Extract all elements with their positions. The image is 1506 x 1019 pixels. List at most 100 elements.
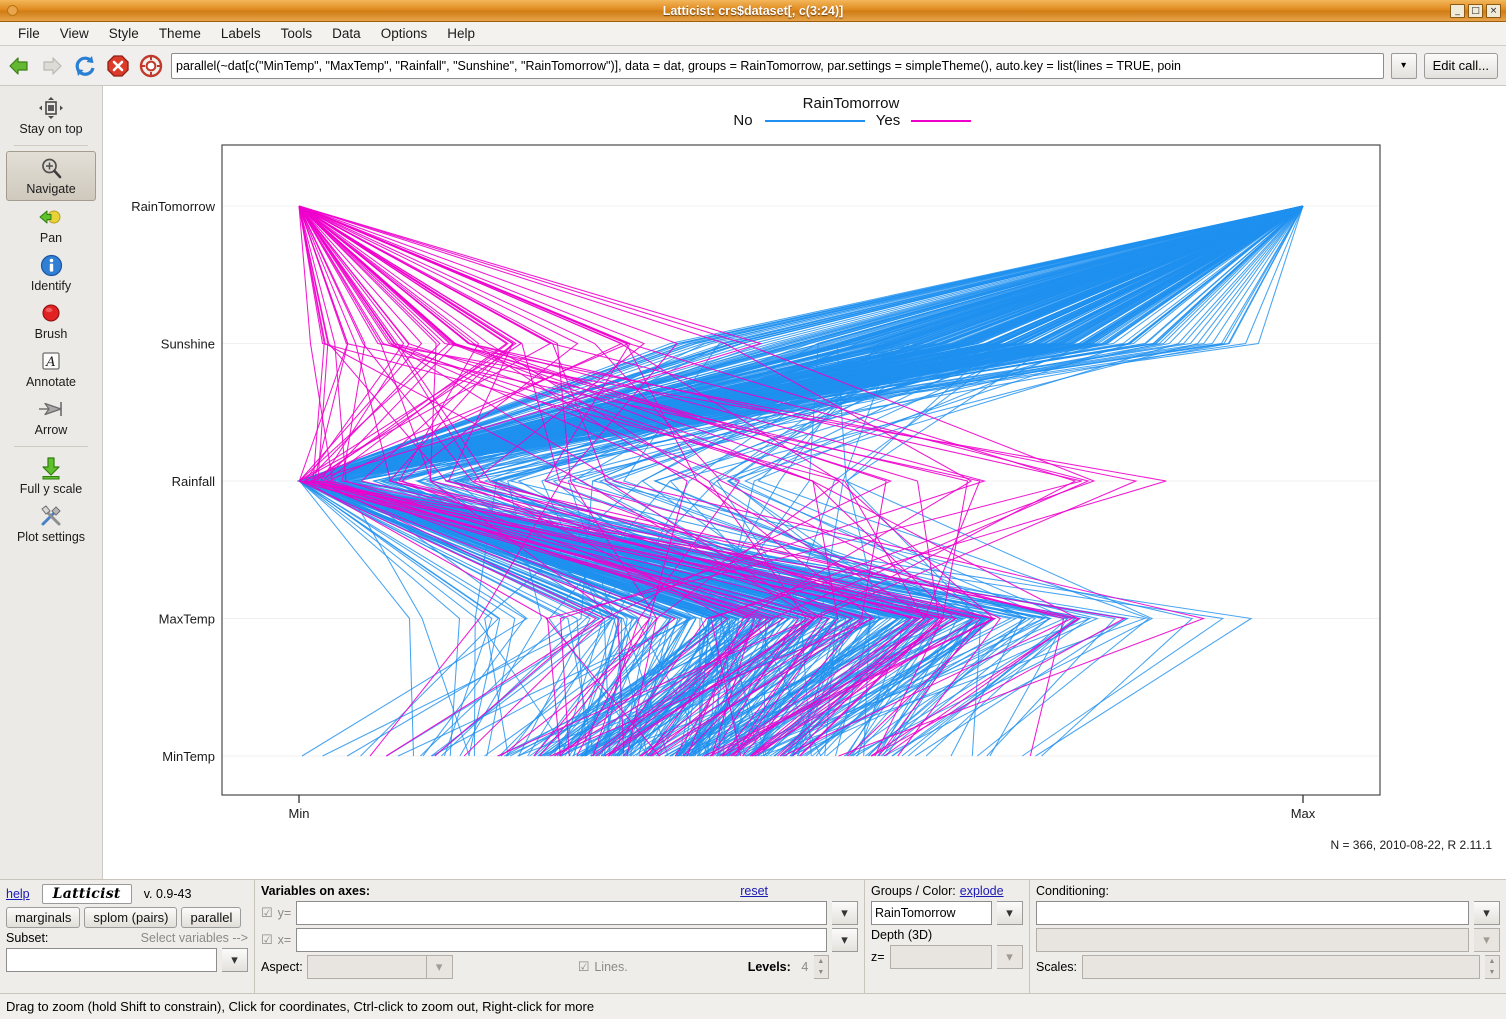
sidebar-label-stay-on-top: Stay on top [19, 122, 83, 136]
subset-label: Subset: [6, 931, 49, 945]
reset-link[interactable]: reset [740, 884, 768, 898]
scales-input[interactable] [1082, 955, 1480, 979]
sidebar-divider-2 [14, 446, 88, 447]
conditioning-input-1[interactable] [1036, 901, 1469, 925]
menu-bar: File View Style Theme Labels Tools Data … [0, 22, 1506, 46]
lines-checkbox[interactable]: ☑ [578, 960, 590, 975]
legend-label-no: No [733, 112, 752, 129]
axis-label-rainfall: Rainfall [172, 474, 215, 489]
axis-label-group: RainTomorrow Sunshine Rainfall MaxTemp MinTe… [131, 199, 215, 764]
aspect-input[interactable] [306, 955, 427, 979]
explode-link[interactable]: explode [960, 884, 1004, 898]
groups-variable-dropdown-arrow[interactable]: ▾ [997, 901, 1023, 925]
sidebar-item-arrow[interactable]: Arrow [0, 393, 102, 441]
menu-item-tools[interactable]: Tools [271, 24, 323, 43]
sidebar-label-annotate: Annotate [25, 375, 77, 389]
plot-canvas[interactable]: RainTomorrow No Yes RainTomorrow Sunshine… [103, 86, 1506, 879]
maximize-button[interactable]: □ [1468, 3, 1483, 18]
sidebar-item-stay-on-top[interactable]: Stay on top [0, 92, 102, 140]
back-arrow-icon[interactable] [6, 53, 32, 79]
minimize-button[interactable]: _ [1450, 3, 1465, 18]
z-variable-dropdown-arrow[interactable]: ▾ [997, 945, 1023, 969]
plot-footer-text: N = 366, 2010-08-22, R 2.11.1 [1330, 838, 1492, 852]
x-label: x= [277, 933, 292, 947]
y-variable-input[interactable] [296, 901, 827, 925]
subset-dropdown-arrow[interactable]: ▾ [222, 948, 248, 972]
close-button[interactable]: × [1486, 3, 1501, 18]
depth-3d-row: Depth (3D) [871, 928, 1023, 942]
sidebar-item-pan[interactable]: Pan [0, 201, 102, 249]
select-variables-hint: Select variables --> [140, 931, 248, 945]
window-titlebar: Latticist: crs$dataset[, c(3:24)] _ □ × [0, 0, 1506, 22]
x-variable-dropdown-arrow[interactable]: ▾ [832, 928, 858, 952]
scales-label: Scales: [1036, 960, 1077, 974]
subset-input[interactable] [6, 948, 217, 972]
window-title: Latticist: crs$dataset[, c(3:24)] [662, 3, 844, 18]
aspect-dropdown-arrow[interactable]: ▾ [426, 955, 453, 979]
parallel-coordinates-plot[interactable]: RainTomorrow No Yes RainTomorrow Sunshine… [103, 86, 1506, 879]
z-label: z= [871, 950, 885, 964]
toolbar: parallel(~dat[c("MinTemp", "MaxTemp", "R… [0, 46, 1506, 86]
tools-icon [0, 503, 102, 529]
stop-icon[interactable] [105, 53, 131, 79]
stay-on-top-icon [0, 95, 102, 121]
full-y-scale-icon [0, 455, 102, 481]
edit-call-button[interactable]: Edit call... [1423, 52, 1498, 79]
menu-item-help[interactable]: Help [437, 24, 485, 43]
conditioning-input-2[interactable] [1036, 928, 1469, 952]
latticist-logo: Latticist [41, 884, 132, 904]
sidebar-item-identify[interactable]: Identify [0, 249, 102, 297]
latticist-panel: help Latticist v. 0.9-43 marginals splom… [0, 880, 255, 993]
conditioning-heading-row: Conditioning: [1036, 884, 1500, 898]
groups-variable-input[interactable]: RainTomorrow [871, 901, 992, 925]
variables-on-axes-heading: Variables on axes: [261, 884, 371, 898]
sidebar-divider-1 [14, 145, 88, 146]
menu-item-labels[interactable]: Labels [211, 24, 271, 43]
marginals-button[interactable]: marginals [6, 907, 81, 928]
sidebar-item-full-y-scale[interactable]: Full y scale [0, 452, 102, 500]
axis-label-raintomorrow: RainTomorrow [131, 199, 215, 214]
status-bar-text: Drag to zoom (hold Shift to constrain), … [6, 999, 595, 1014]
menu-item-data[interactable]: Data [322, 24, 371, 43]
sidebar-item-plot-settings[interactable]: Plot settings [0, 500, 102, 548]
levels-spinner[interactable]: ▲ ▼ [813, 955, 829, 979]
lifebuoy-help-icon[interactable] [138, 53, 164, 79]
menu-item-options[interactable]: Options [371, 24, 438, 43]
arrow-icon [0, 396, 102, 422]
window-menu-orb[interactable] [7, 5, 18, 16]
menu-item-view[interactable]: View [50, 24, 99, 43]
conditioning-dropdown-1[interactable]: ▾ [1474, 901, 1500, 925]
sidebar-label-plot-settings: Plot settings [16, 530, 86, 544]
sidebar-item-annotate[interactable]: A Annotate [0, 345, 102, 393]
main-content: Stay on top Navigate Pan Identify Brush … [0, 86, 1506, 879]
z-variable-input[interactable] [889, 945, 992, 969]
call-input[interactable]: parallel(~dat[c("MinTemp", "MaxTemp", "R… [171, 52, 1384, 79]
legend-title: RainTomorrow [803, 95, 900, 112]
x-variable-input[interactable] [296, 928, 827, 952]
sidebar-label-arrow: Arrow [34, 423, 68, 437]
xtick-label-max: Max [1291, 806, 1316, 821]
call-history-dropdown[interactable]: ▾ [1390, 52, 1417, 79]
tool-sidebar: Stay on top Navigate Pan Identify Brush … [0, 86, 103, 879]
menu-item-file[interactable]: File [8, 24, 50, 43]
parallel-button[interactable]: parallel [181, 907, 242, 928]
sidebar-item-brush[interactable]: Brush [0, 297, 102, 345]
refresh-icon[interactable] [72, 53, 98, 79]
x-checkbox[interactable]: ☑ [261, 933, 273, 948]
help-link[interactable]: help [6, 887, 30, 901]
conditioning-dropdown-2[interactable]: ▾ [1474, 928, 1500, 952]
menu-item-style[interactable]: Style [99, 24, 149, 43]
axis-label-mintemp: MinTemp [162, 749, 215, 764]
scales-spinner[interactable]: ▲ ▼ [1485, 955, 1500, 979]
depth-3d-label: Depth (3D) [871, 928, 933, 942]
y-checkbox[interactable]: ☑ [261, 906, 273, 921]
window-controls: _ □ × [1450, 3, 1506, 18]
sidebar-label-pan: Pan [39, 231, 63, 245]
menu-item-theme[interactable]: Theme [149, 24, 211, 43]
sidebar-item-navigate[interactable]: Navigate [6, 151, 96, 201]
splom-button[interactable]: splom (pairs) [84, 907, 178, 928]
brush-dot-icon [0, 300, 102, 326]
svg-text:A: A [45, 355, 55, 370]
y-variable-dropdown-arrow[interactable]: ▾ [832, 901, 858, 925]
aspect-label: Aspect: [261, 960, 303, 974]
